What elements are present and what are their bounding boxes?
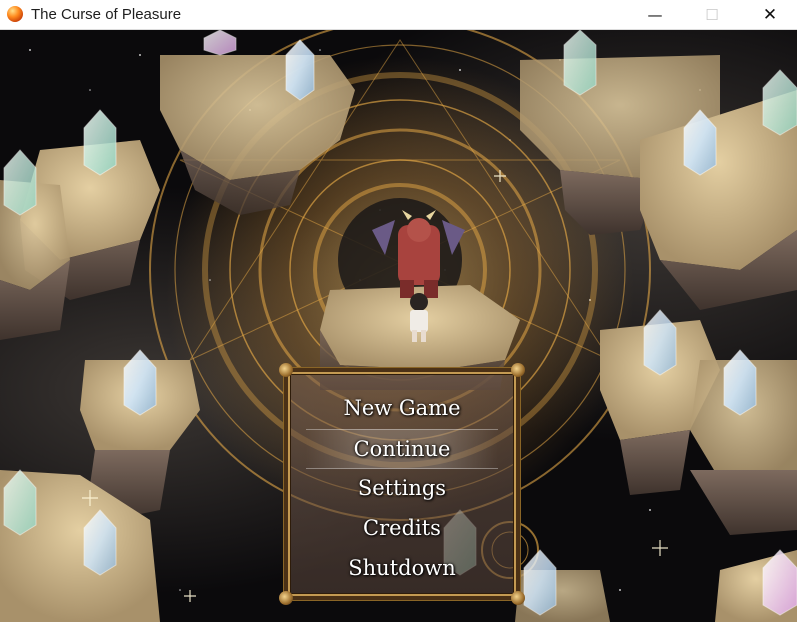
continue-button[interactable]: Continue (306, 429, 498, 469)
maximize-button[interactable]: ☐ (689, 0, 735, 30)
frame-corner-ornament (279, 591, 293, 605)
new-game-button[interactable]: New Game (306, 389, 498, 427)
maximize-icon: ☐ (705, 6, 719, 24)
window-title: The Curse of Pleasure (31, 6, 182, 23)
frame-corner-ornament (511, 591, 525, 605)
close-icon: ✕ (762, 5, 778, 25)
settings-button[interactable]: Settings (306, 469, 498, 507)
shutdown-button[interactable]: Shutdown (306, 549, 498, 587)
game-viewport[interactable]: New Game Continue Settings Credits Shutd… (0, 30, 797, 622)
frame-corner-ornament (511, 363, 525, 377)
title-bar[interactable]: The Curse of Pleasure — ☐ ✕ (0, 0, 797, 30)
orange-orb-icon (7, 6, 23, 22)
frame-corner-ornament (279, 363, 293, 377)
minimize-button[interactable]: — (632, 0, 678, 30)
minimize-icon: — (647, 6, 663, 24)
title-command-window: New Game Continue Settings Credits Shutd… (279, 363, 525, 605)
credits-button[interactable]: Credits (306, 509, 498, 547)
close-button[interactable]: ✕ (747, 0, 793, 30)
game-window: The Curse of Pleasure — ☐ ✕ New Game Con… (0, 0, 797, 622)
